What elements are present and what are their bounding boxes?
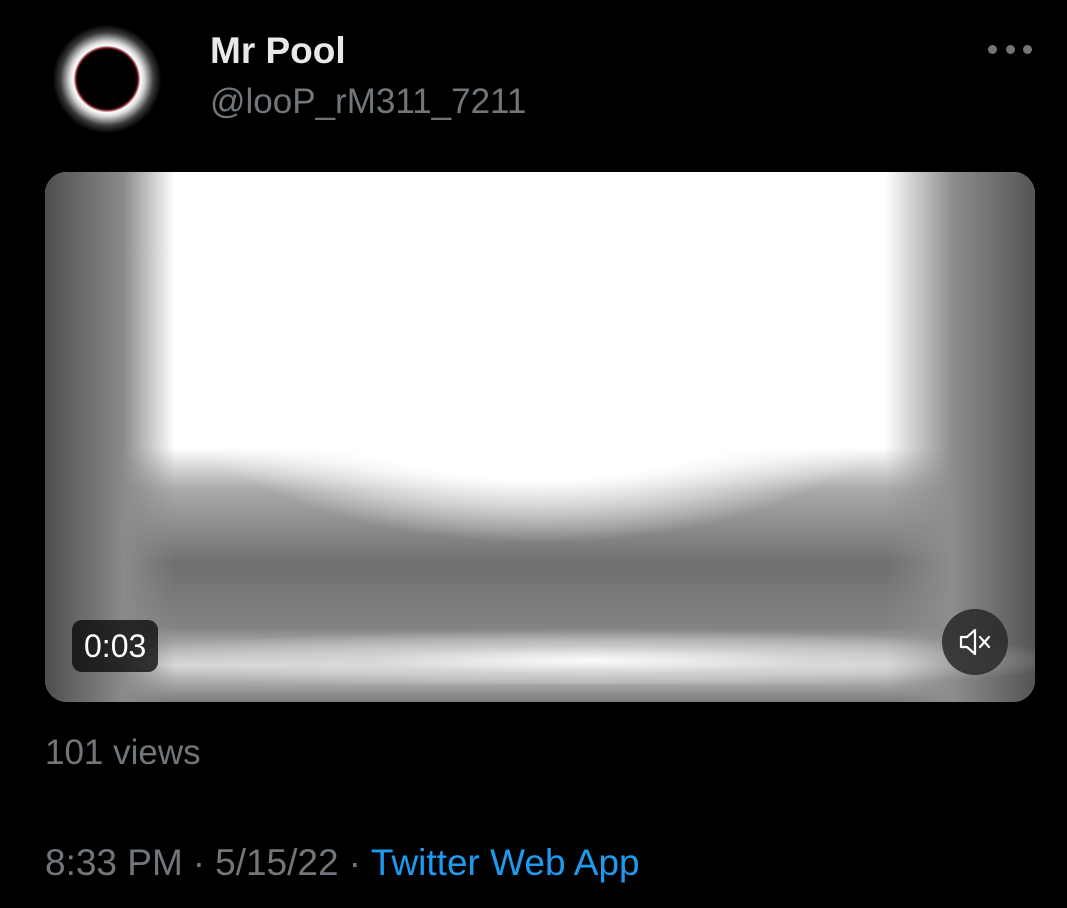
separator: ·: [348, 842, 361, 883]
volume-muted-icon: [959, 628, 991, 656]
separator: ·: [192, 842, 206, 883]
author-display-name[interactable]: Mr Pool: [210, 30, 346, 72]
dot: [1023, 44, 1032, 54]
tweet-date[interactable]: 5/15/22: [215, 842, 338, 883]
tweet-source-link[interactable]: Twitter Web App: [371, 842, 640, 883]
author-handle[interactable]: @looP_rM311_7211: [210, 82, 526, 122]
video-frame-ground: [45, 624, 1035, 684]
tweet-time[interactable]: 8:33 PM: [45, 842, 183, 883]
view-count: 101 views: [45, 733, 201, 772]
avatar[interactable]: [52, 24, 162, 134]
mute-toggle-button[interactable]: [942, 609, 1008, 675]
dot: [988, 44, 997, 54]
tweet-meta: 8:33 PM · 5/15/22 · Twitter Web App: [45, 842, 640, 884]
video-player[interactable]: 0:03: [45, 172, 1035, 702]
video-elapsed-badge: 0:03: [72, 620, 159, 672]
dot: [1005, 44, 1015, 54]
video-frame: [45, 172, 1035, 702]
more-options-icon[interactable]: [988, 34, 1032, 64]
